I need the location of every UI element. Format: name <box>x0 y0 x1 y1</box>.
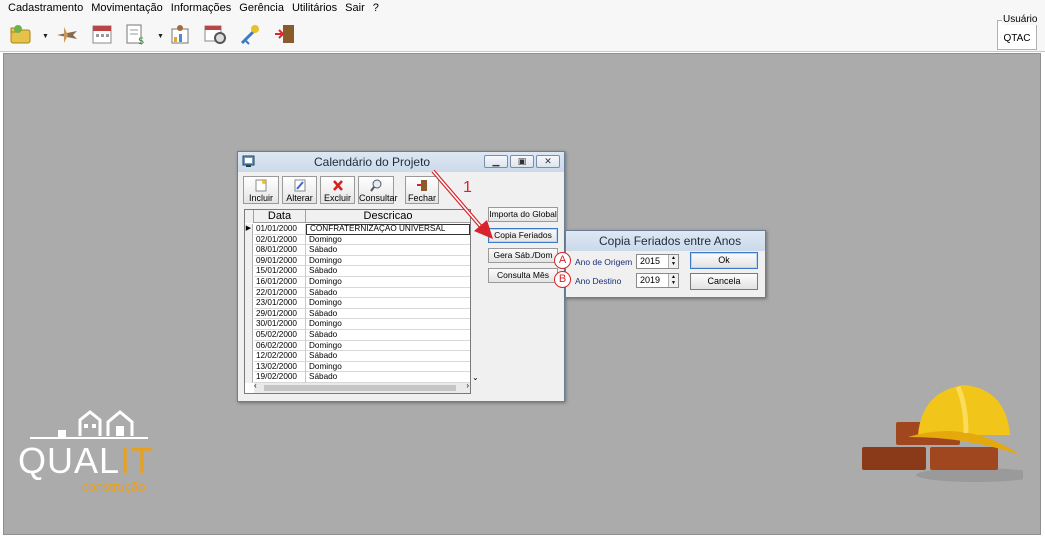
brand-subtitle: construção <box>82 479 146 494</box>
annotation-arrow-inner <box>432 170 483 229</box>
annotation-number: 1 <box>463 179 472 196</box>
qualit-logo-text: QUALIT <box>18 442 154 480</box>
annotation-marker-b: B <box>554 271 571 288</box>
brand-accent: IT <box>120 440 155 481</box>
brand-main: QUAL <box>18 440 121 481</box>
annotation-marker-a: A <box>554 252 571 269</box>
qualit-houses-logo <box>30 410 148 439</box>
bricks-helmet-logo <box>862 385 1023 482</box>
